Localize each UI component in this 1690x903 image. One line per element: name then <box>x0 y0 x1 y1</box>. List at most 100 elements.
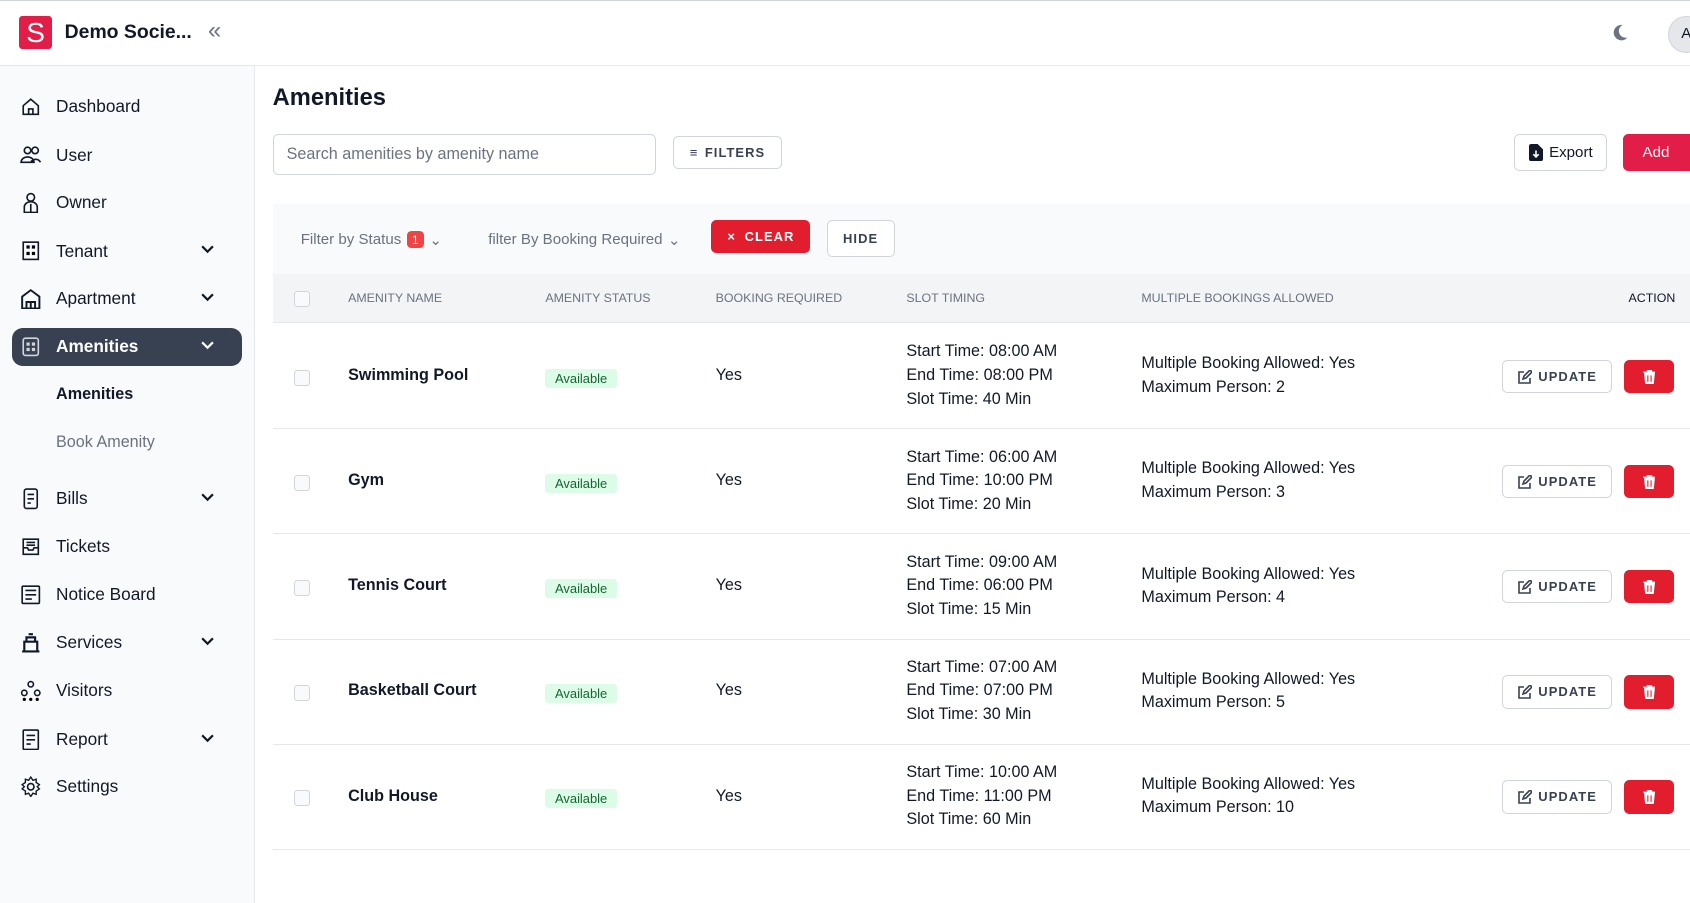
moon-icon[interactable] <box>1610 23 1629 42</box>
hide-filters-button[interactable]: HIDE <box>826 219 895 258</box>
column-header: AMENITY STATUS <box>545 290 651 305</box>
export-button[interactable]: Export <box>1514 133 1607 172</box>
multiple-booking-allowed: Multiple Booking Allowed: Yes <box>1141 459 1356 478</box>
update-button[interactable]: UPDATE <box>1502 359 1613 394</box>
select-all-checkbox[interactable] <box>294 290 311 308</box>
sidebar-item-label: Settings <box>56 776 119 797</box>
multiple-booking-allowed: Multiple Booking Allowed: Yes <box>1141 774 1356 793</box>
update-button[interactable]: UPDATE <box>1502 780 1613 814</box>
row-checkbox[interactable] <box>294 789 311 807</box>
start-time: Start Time: 06:00 AM <box>906 447 1058 466</box>
sidebar-item-label: Report <box>56 728 108 749</box>
trash-icon <box>1642 789 1656 804</box>
sidebar-item-bills[interactable]: Bills <box>12 480 243 519</box>
row-checkbox[interactable] <box>294 579 311 596</box>
file-download-icon <box>1528 143 1543 162</box>
search-input[interactable] <box>272 133 657 175</box>
sidebar-item-tenant[interactable]: Tenant <box>12 232 243 271</box>
clear-filters-button[interactable]: × CLEAR <box>711 219 811 254</box>
booking-required: Yes <box>715 576 742 595</box>
trash-icon <box>1642 474 1656 489</box>
sidebar-subitem-amenities[interactable]: Amenities <box>56 385 133 404</box>
end-time: End Time: 08:00 PM <box>906 366 1053 385</box>
sidebar-item-label: Notice Board <box>56 584 156 605</box>
filter-icon: ≡ <box>689 144 699 160</box>
start-time: Start Time: 08:00 AM <box>906 342 1058 361</box>
sidebar-item-owner[interactable]: Owner <box>12 183 243 222</box>
slot-timing: Start Time: 07:00 AM End Time: 07:00 PM Sl… <box>906 656 1057 727</box>
slot-timing: Start Time: 08:00 AM End Time: 08:00 PM Sl… <box>906 340 1057 411</box>
multiple-bookings: Multiple Booking Allowed: Yes Maximum Per… <box>1141 668 1355 715</box>
collapse-sidebar-icon[interactable]: « <box>208 18 221 45</box>
booking-required: Yes <box>715 471 742 490</box>
maximum-person: Maximum Person: 10 <box>1141 798 1295 817</box>
update-button[interactable]: UPDATE <box>1502 464 1613 499</box>
status-badge: Available <box>545 683 617 704</box>
delete-button[interactable] <box>1624 464 1674 499</box>
add-button[interactable]: Add <box>1623 133 1690 172</box>
logo: S <box>19 16 52 50</box>
sidebar-item-visitors[interactable]: Visitors <box>12 671 243 710</box>
amenity-name: Gym <box>348 471 385 490</box>
table-row: Tennis Court Available Yes Start Time: 09:0… <box>272 534 1690 640</box>
trash-icon <box>1642 369 1656 384</box>
sidebar: Dashboard User Owner Tenant Apartment Ameniti… <box>0 65 256 903</box>
sidebar-item-apartment[interactable]: Apartment <box>12 279 243 318</box>
sidebar-item-label: Amenities <box>56 336 139 357</box>
maximum-person: Maximum Person: 2 <box>1141 378 1286 397</box>
sidebar-item-label: Tickets <box>56 535 110 556</box>
delete-button[interactable] <box>1624 675 1674 709</box>
multiple-booking-allowed: Multiple Booking Allowed: Yes <box>1141 564 1356 583</box>
brand-name: Demo Socie... <box>64 21 192 44</box>
column-header: ACTION <box>1628 290 1676 305</box>
slot-timing: Start Time: 06:00 AM End Time: 10:00 PM Sl… <box>906 446 1057 517</box>
sidebar-item-report[interactable]: Report <box>12 720 243 759</box>
filter-by-status-dropdown[interactable]: Filter by Status 1 ⌄ <box>301 231 442 249</box>
status-badge: Available <box>545 578 617 599</box>
sidebar-item-label: Tenant <box>56 240 108 261</box>
slot-time: Slot Time: 15 Min <box>906 600 1032 619</box>
sidebar-item-amenities[interactable]: Amenities <box>11 327 243 367</box>
sidebar-item-label: Visitors <box>56 680 113 701</box>
report-icon <box>22 728 40 750</box>
booking-required: Yes <box>715 681 742 700</box>
booking-required: Yes <box>715 786 742 805</box>
trash-icon <box>1642 684 1656 699</box>
update-button[interactable]: UPDATE <box>1502 570 1613 604</box>
row-checkbox[interactable] <box>294 684 311 701</box>
delete-button[interactable] <box>1624 359 1674 394</box>
row-checkbox[interactable] <box>294 474 311 491</box>
sidebar-item-label: Dashboard <box>56 96 141 117</box>
status-badge: Available <box>545 473 617 493</box>
multiple-bookings: Multiple Booking Allowed: Yes Maximum Per… <box>1141 773 1355 820</box>
row-checkbox[interactable] <box>294 369 311 386</box>
multiple-booking-allowed: Multiple Booking Allowed: Yes <box>1141 354 1356 373</box>
sidebar-item-services[interactable]: Services <box>12 623 243 662</box>
chevron-down-icon: ⌄ <box>667 231 681 249</box>
amenity-name: Club House <box>348 786 438 805</box>
amenities-icon <box>22 337 40 357</box>
delete-button[interactable] <box>1624 570 1674 604</box>
start-time: Start Time: 07:00 AM <box>906 657 1058 676</box>
maximum-person: Maximum Person: 3 <box>1141 483 1286 502</box>
sidebar-subitem-book-amenity[interactable]: Book Amenity <box>56 433 155 452</box>
edit-icon <box>1518 474 1532 489</box>
sidebar-item-notice-board[interactable]: Notice Board <box>12 575 243 614</box>
sidebar-item-dashboard[interactable]: Dashboard <box>12 87 243 126</box>
delete-button[interactable] <box>1624 780 1674 814</box>
column-header: SLOT TIMING <box>906 290 986 305</box>
chevron-down-icon <box>201 293 215 302</box>
filters-button[interactable]: ≡ FILTERS <box>672 135 783 170</box>
avatar[interactable]: A <box>1668 16 1690 53</box>
filter-by-booking-dropdown[interactable]: filter By Booking Required ⌄ <box>488 231 680 249</box>
sidebar-item-user[interactable]: User <box>12 136 243 175</box>
sidebar-item-tickets[interactable]: Tickets <box>12 527 243 566</box>
column-header: BOOKING REQUIRED <box>715 290 843 305</box>
update-button[interactable]: UPDATE <box>1502 675 1613 709</box>
sidebar-item-settings[interactable]: Settings <box>12 767 243 806</box>
services-icon <box>22 632 40 652</box>
apartment-icon <box>21 288 41 310</box>
filter-bar: Filter by Status 1 ⌄ filter By Booking R… <box>272 203 1690 274</box>
home-icon <box>22 97 40 115</box>
slot-timing: Start Time: 10:00 AM End Time: 11:00 PM Sl… <box>906 761 1057 832</box>
